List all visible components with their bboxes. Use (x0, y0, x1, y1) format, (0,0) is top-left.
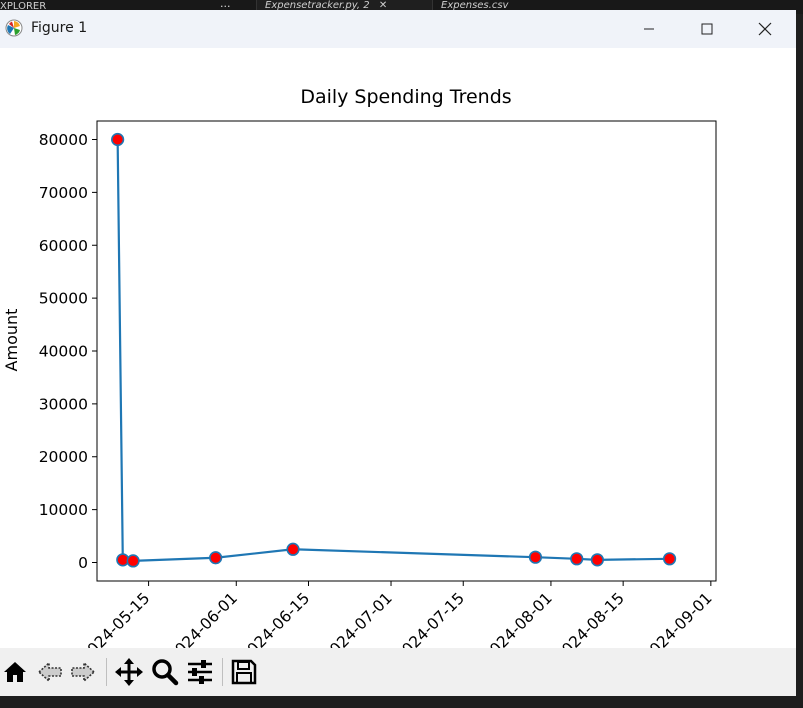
toolbar-separator (222, 658, 223, 686)
x-tick-label: 2024-05-15 (77, 589, 153, 648)
save-button[interactable] (230, 658, 258, 686)
y-tick-label: 50000 (39, 290, 88, 308)
x-tick-label: 2024-07-01 (319, 589, 395, 648)
configure-subplots-button[interactable] (186, 658, 214, 686)
window-title: Figure 1 (31, 20, 88, 36)
data-point (111, 132, 125, 147)
x-tick-label: 2024-06-15 (237, 589, 313, 648)
title-bar[interactable]: Figure 1 (0, 10, 796, 48)
data-point (286, 542, 300, 556)
y-tick-label: 80000 (39, 131, 88, 149)
data-point (590, 553, 604, 567)
zoom-button[interactable] (151, 658, 179, 686)
home-icon (4, 662, 26, 682)
y-tick-label: 70000 (39, 184, 88, 202)
plot-frame (96, 120, 717, 582)
plot-axes: 0 10000 20000 30000 40000 50000 60000 70000 8000… (39, 120, 717, 666)
y-tick-label: 40000 (39, 343, 88, 361)
y-tick-label: 30000 (39, 395, 88, 413)
figure-window: Figure 1 Daily Spending Trends Amount 0 1… (0, 10, 796, 696)
y-tick-label: 20000 (39, 448, 88, 466)
home-button[interactable] (1, 658, 29, 686)
save-icon (231, 659, 257, 685)
data-point (528, 550, 543, 564)
y-axis-label: Amount (2, 309, 21, 372)
x-tick-label: 2024-07-15 (392, 589, 468, 648)
data-point (662, 552, 677, 566)
zoom-icon (152, 659, 179, 686)
configure-subplots-icon (188, 660, 212, 684)
back-icon (37, 661, 62, 683)
data-point (570, 552, 584, 566)
maximize-icon (701, 23, 713, 35)
background-editor-bottom (0, 696, 803, 708)
x-tick-label: 2024-08-01 (479, 589, 555, 648)
close-icon (758, 22, 772, 36)
y-tick-label: 60000 (39, 237, 88, 255)
y-tick-label: 10000 (39, 501, 88, 519)
pan-button[interactable] (115, 658, 143, 686)
navigation-toolbar (0, 648, 796, 696)
x-tick-label: 2024-09-01 (639, 589, 715, 648)
y-tick-label: 0 (78, 554, 88, 572)
data-point (126, 554, 140, 568)
series-line (116, 139, 670, 563)
minimize-button[interactable] (626, 10, 672, 48)
data-point (209, 551, 223, 565)
chart-title: Daily Spending Trends (300, 86, 511, 108)
toolbar-separator (106, 658, 107, 686)
x-tick-label: 2024-08-15 (552, 589, 628, 648)
minimize-icon (644, 28, 654, 30)
x-tick-label: 2024-06-01 (165, 589, 241, 648)
maximize-button[interactable] (684, 10, 730, 48)
background-editor-edge (796, 14, 803, 708)
back-button[interactable] (36, 658, 64, 686)
pan-icon (115, 658, 143, 686)
forward-icon (71, 661, 96, 683)
matplotlib-logo-icon (5, 19, 23, 37)
figure-canvas[interactable]: Daily Spending Trends Amount 0 10000 20000… (0, 48, 796, 666)
close-button[interactable] (742, 10, 788, 48)
forward-button[interactable] (69, 658, 97, 686)
chart: Daily Spending Trends Amount 0 10000 20000… (2, 86, 717, 666)
